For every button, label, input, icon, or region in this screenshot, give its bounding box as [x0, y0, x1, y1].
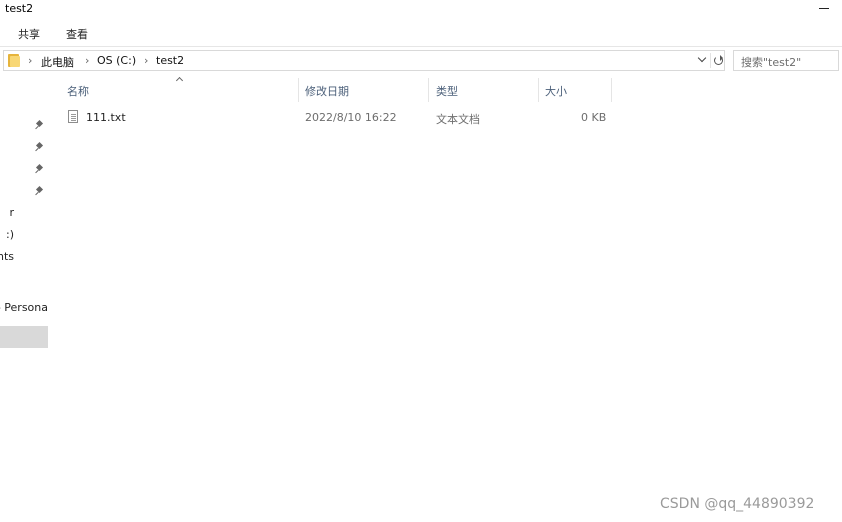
tab-view[interactable]: 查看	[66, 26, 88, 42]
column-header-type[interactable]: 类型	[436, 83, 458, 99]
file-type: 文本文档	[436, 113, 480, 126]
file-name: 111.txt	[86, 111, 126, 124]
navigation-pane: r :) nts - Persona	[0, 72, 48, 522]
text-file-icon	[68, 110, 78, 123]
column-header-date[interactable]: 修改日期	[305, 83, 349, 99]
column-divider[interactable]	[611, 78, 612, 102]
file-row[interactable]: 111.txt 2022/8/10 16:22 文本文档 0 KB	[60, 108, 612, 128]
folder-icon	[8, 54, 20, 67]
breadcrumb-test2[interactable]: test2	[156, 54, 184, 67]
nav-item[interactable]: nts	[0, 250, 14, 263]
address-bar[interactable]: › 此电脑 › OS (C:) › test2	[3, 50, 725, 71]
column-header-name[interactable]: 名称	[67, 83, 89, 99]
search-input[interactable]: 搜索"test2"	[733, 50, 839, 71]
nav-item-selected[interactable]	[0, 326, 48, 348]
breadcrumb-os-c[interactable]: OS (C:)	[97, 54, 136, 67]
ribbon: 共享 查看	[0, 20, 842, 47]
breadcrumb-this-pc[interactable]: 此电脑	[41, 54, 74, 70]
pin-icon[interactable]	[34, 119, 44, 131]
search-placeholder: 搜索"test2"	[741, 56, 802, 69]
breadcrumb-separator-icon[interactable]: ›	[28, 54, 32, 67]
nav-item-personal[interactable]: - Persona	[0, 301, 48, 314]
title-bar: test2	[0, 0, 842, 18]
nav-item[interactable]: r	[9, 206, 14, 219]
breadcrumb-separator-icon[interactable]: ›	[85, 54, 89, 67]
column-divider[interactable]	[538, 78, 539, 102]
column-divider[interactable]	[428, 78, 429, 102]
file-size: 0 KB	[581, 111, 607, 124]
pin-icon[interactable]	[34, 163, 44, 175]
sort-ascending-icon	[176, 75, 183, 82]
column-header-size[interactable]: 大小	[545, 83, 567, 99]
file-date: 2022/8/10 16:22	[305, 111, 397, 124]
refresh-icon[interactable]	[710, 53, 725, 68]
minimize-button[interactable]	[818, 0, 830, 14]
chevron-down-icon[interactable]	[696, 53, 708, 67]
column-divider[interactable]	[298, 78, 299, 102]
pin-icon[interactable]	[34, 185, 44, 197]
tab-share[interactable]: 共享	[18, 26, 40, 42]
pin-icon[interactable]	[34, 141, 44, 153]
watermark: CSDN @qq_44890392	[660, 496, 815, 512]
breadcrumb-separator-icon[interactable]: ›	[144, 54, 148, 67]
nav-item[interactable]: :)	[6, 228, 14, 241]
window-title: test2	[5, 2, 34, 15]
